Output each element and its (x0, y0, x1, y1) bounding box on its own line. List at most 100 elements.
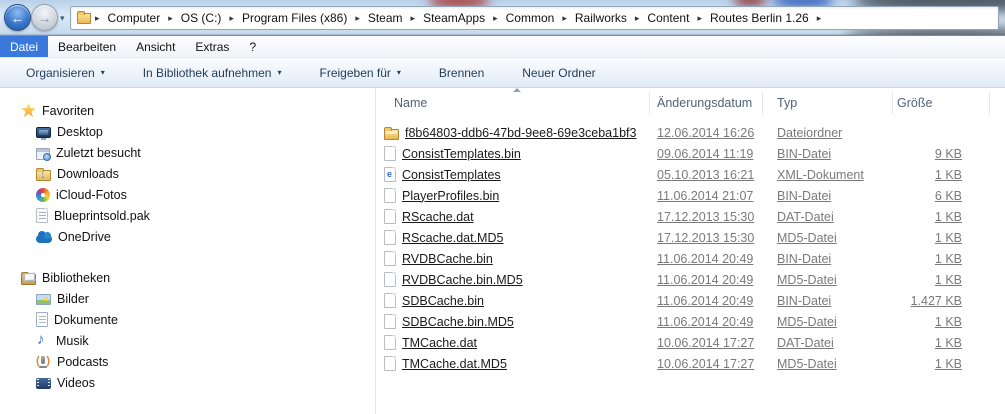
sidebar-item-videos[interactable]: Videos (0, 372, 375, 393)
file-name[interactable]: SDBCache.bin.MD5 (402, 315, 514, 329)
file-size: 1 KB (934, 167, 962, 182)
file-name[interactable]: ConsistTemplates.bin (402, 147, 521, 161)
folder-icon (77, 10, 91, 24)
command-toolbar: Organisieren ▾ In Bibliothek aufnehmen ▾ Fre… (0, 58, 1005, 88)
sidebar-group-favoriten[interactable]: Favoriten (0, 100, 375, 121)
file-type: BIN-Datei (777, 188, 832, 203)
navigation-pane: Favoriten Desktop Zuletzt besucht Downloads… (0, 88, 376, 414)
table-row[interactable]: ConsistTemplates 05.10.2013 16:21 XML-Doku… (376, 164, 1005, 185)
file-name[interactable]: SDBCache.bin (402, 294, 484, 308)
file-size: 1 KB (934, 209, 962, 224)
breadcrumb-item-os-c[interactable]: OS (C:) (175, 8, 228, 28)
toolbar-button-freigeben-f-r[interactable]: Freigeben für ▾ (312, 62, 409, 84)
file-name-cell: RScache.dat.MD5 (376, 230, 650, 245)
sidebar-item-dokumente[interactable]: Dokumente (0, 309, 375, 330)
file-icon (384, 230, 396, 245)
back-button[interactable]: ← (4, 4, 31, 31)
toolbar-button-in-bibliothek-aufnehmen[interactable]: In Bibliothek aufnehmen ▾ (135, 62, 290, 84)
menu-item-datei[interactable]: Datei (0, 36, 49, 57)
table-row[interactable]: RScache.dat 17.12.2013 15:30 DAT-Datei 1 KB (376, 206, 1005, 227)
table-row[interactable]: RScache.dat.MD5 17.12.2013 15:30 MD5-Datei… (376, 227, 1005, 248)
file-rows: f8b64803-ddb6-47bd-9ee8-69e3ceba1bf3 12.0… (376, 118, 1005, 374)
file-type: DAT-Datei (777, 209, 834, 224)
file-name[interactable]: RVDBCache.bin.MD5 (402, 273, 523, 287)
file-name[interactable]: PlayerProfiles.bin (402, 189, 499, 203)
forward-button[interactable]: → (31, 4, 58, 31)
file-name[interactable]: RVDBCache.bin (402, 252, 493, 266)
menu-item-bearbeiten[interactable]: Bearbeiten (48, 36, 126, 57)
breadcrumb-item-program-files-x86[interactable]: Program Files (x86) (236, 8, 353, 28)
file-size: 1 KB (934, 251, 962, 266)
sidebar-item-bilder[interactable]: Bilder (0, 288, 375, 309)
file-name[interactable]: TMCache.dat (402, 336, 477, 350)
sidebar-item-desktop[interactable]: Desktop (0, 121, 375, 142)
file-name[interactable]: f8b64803-ddb6-47bd-9ee8-69e3ceba1bf3 (405, 126, 636, 140)
table-row[interactable]: TMCache.dat 10.06.2014 17:27 DAT-Datei 1 KB (376, 332, 1005, 353)
breadcrumb-separator-icon: ▸ (493, 12, 498, 23)
sidebar-item-icloud-fotos[interactable]: iCloud-Fotos (0, 184, 375, 205)
menu-item-ansicht[interactable]: Ansicht (126, 36, 185, 57)
table-row[interactable]: RVDBCache.bin 11.06.2014 20:49 BIN-Datei 1 … (376, 248, 1005, 269)
breadcrumb-separator-icon: ▸ (410, 12, 416, 23)
file-modified: 17.12.2013 15:30 (657, 230, 755, 245)
column-header-type[interactable]: Typ (763, 92, 893, 114)
file-name[interactable]: RScache.dat.MD5 (402, 231, 503, 245)
sidebar-item-onedrive[interactable]: OneDrive (0, 226, 375, 247)
file-modified: 05.10.2013 16:21 (657, 167, 755, 182)
menu-item-extras[interactable]: Extras (185, 36, 239, 57)
breadcrumb-item-routes-berlin-1-26[interactable]: Routes Berlin 1.26 (704, 8, 815, 28)
file-icon (384, 314, 396, 329)
table-row[interactable]: TMCache.dat.MD5 10.06.2014 17:27 MD5-Datei… (376, 353, 1005, 374)
breadcrumb-separator-icon: ▸ (95, 12, 100, 23)
breadcrumb-separator-icon: ▸ (816, 12, 822, 23)
sidebar-group-bibliotheken[interactable]: Bibliotheken (0, 267, 375, 288)
sidebar-item-musik[interactable]: Musik (0, 330, 375, 351)
toolbar-button-organisieren[interactable]: Organisieren ▾ (18, 62, 113, 84)
column-header-size[interactable]: Größe (893, 92, 990, 114)
column-label: Größe (897, 96, 933, 110)
column-header-name[interactable]: Name (376, 88, 650, 114)
table-row[interactable]: SDBCache.bin.MD5 11.06.2014 20:49 MD5-Date… (376, 311, 1005, 332)
file-type: MD5-Datei (777, 272, 837, 287)
documents-icon (36, 312, 48, 327)
breadcrumb-item-steamapps[interactable]: SteamApps (417, 8, 491, 28)
sidebar-item-zuletzt-besucht[interactable]: Zuletzt besucht (0, 142, 375, 163)
file-name[interactable]: RScache.dat (402, 210, 474, 224)
menu-item-[interactable]: ? (239, 36, 266, 57)
file-modified: 12.06.2014 16:26 (657, 125, 755, 140)
sidebar-group-label: Bibliotheken (42, 270, 111, 285)
file-name[interactable]: TMCache.dat.MD5 (402, 357, 507, 371)
breadcrumb-item-steam[interactable]: Steam (362, 8, 409, 28)
breadcrumb-item-computer[interactable]: Computer (102, 8, 167, 28)
breadcrumb-item-content[interactable]: Content (641, 8, 695, 28)
table-row[interactable]: PlayerProfiles.bin 11.06.2014 21:07 BIN-Da… (376, 185, 1005, 206)
toolbar-button-neuer-ordner[interactable]: Neuer Ordner (514, 62, 603, 84)
table-row[interactable]: RVDBCache.bin.MD5 11.06.2014 20:49 MD5-Dat… (376, 269, 1005, 290)
sidebar-item-downloads[interactable]: Downloads (0, 163, 375, 184)
xml-file-icon (384, 167, 396, 182)
sidebar-item-podcasts[interactable]: Podcasts (0, 351, 375, 372)
breadcrumb-item-common[interactable]: Common (500, 8, 561, 28)
star-icon (21, 103, 36, 118)
table-row[interactable]: SDBCache.bin 11.06.2014 20:49 BIN-Datei 1.4… (376, 290, 1005, 311)
file-name[interactable]: ConsistTemplates (402, 168, 501, 182)
toolbar-button-brennen[interactable]: Brennen (431, 62, 492, 84)
icloud-photos-icon (36, 188, 50, 202)
dropdown-arrow-icon: ▾ (277, 68, 282, 77)
history-dropdown-icon[interactable]: ▾ (60, 13, 65, 24)
breadcrumb[interactable]: ▸ Computer ▸ OS (C:) ▸ Program Files (x86) ▸ St… (70, 6, 999, 30)
file-type: MD5-Datei (777, 356, 837, 371)
file-size: 6 KB (934, 188, 962, 203)
table-row[interactable]: f8b64803-ddb6-47bd-9ee8-69e3ceba1bf3 12.0… (376, 122, 1005, 143)
breadcrumb-item-railworks[interactable]: Railworks (569, 8, 633, 28)
file-modified: 09.06.2014 11:19 (657, 146, 754, 161)
table-row[interactable]: ConsistTemplates.bin 09.06.2014 11:19 BIN-… (376, 143, 1005, 164)
sidebar-item-label: OneDrive (58, 229, 111, 244)
column-header-date[interactable]: Änderungsdatum (650, 92, 763, 114)
file-modified: 11.06.2014 20:49 (657, 251, 754, 266)
file-size: 1 KB (934, 356, 962, 371)
back-arrow-icon: ← (10, 9, 25, 26)
file-icon (384, 251, 396, 266)
sidebar-item-blueprintsold-pak[interactable]: Blueprintsold.pak (0, 205, 375, 226)
file-type: Dateiordner (777, 125, 843, 140)
